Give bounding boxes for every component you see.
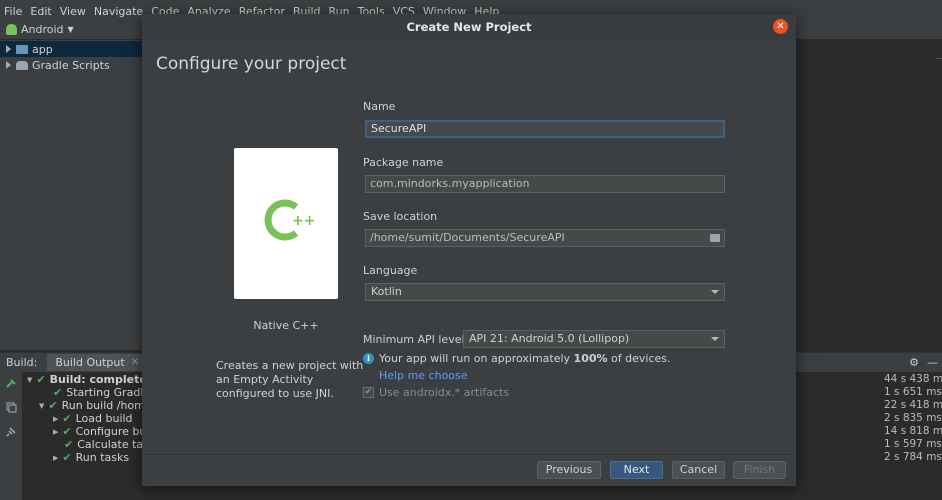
checkmark-icon: ✔ — [36, 373, 46, 386]
checkmark-icon: ✔ — [53, 386, 63, 399]
tab-build-output[interactable]: Build Output ✕ — [47, 354, 148, 371]
cpp-logo-icon: ++ — [264, 199, 315, 241]
menu-navigate[interactable]: Navigate — [94, 5, 143, 18]
build-time: 1 s 597 ms — [884, 438, 942, 450]
checkmark-icon: ✔ — [62, 412, 72, 425]
expand-arrow-icon[interactable] — [6, 61, 11, 69]
build-row[interactable]: ▶ ✔ Load build — [53, 412, 133, 425]
expand-arrow-icon[interactable]: ▶ — [53, 415, 58, 423]
build-time: 44 s 438 ms — [884, 373, 942, 385]
svg-text:++: ++ — [292, 213, 315, 229]
page-title: Configure your project — [156, 54, 347, 74]
menu-view[interactable]: View — [60, 5, 86, 18]
close-icon[interactable]: ✕ — [773, 19, 788, 34]
expand-arrow-icon[interactable]: ▼ — [39, 402, 44, 410]
tree-item-gradle-scripts[interactable]: Gradle Scripts — [0, 57, 110, 73]
restore-icon[interactable] — [6, 402, 17, 413]
save-location-value: /home/sumit/Documents/SecureAPI — [370, 231, 565, 244]
language-select[interactable]: Kotlin — [365, 283, 725, 301]
tab-label: Build Output — [55, 356, 125, 369]
folder-icon[interactable] — [710, 234, 720, 242]
gradle-icon — [16, 60, 28, 70]
build-row-label: Run tasks — [75, 451, 130, 464]
build-row[interactable]: ▶ ✔ Run tasks — [53, 451, 129, 464]
checkmark-icon: ✔ — [62, 425, 72, 438]
name-label: Name — [363, 100, 396, 113]
template-name: Native C++ — [253, 319, 319, 332]
min-api-label: Minimum API level — [363, 333, 465, 346]
previous-button[interactable]: Previous — [537, 461, 601, 479]
build-time: 2 s 835 ms — [884, 412, 942, 424]
name-input[interactable]: SecureAPI — [365, 120, 725, 138]
build-side-toolbar — [0, 372, 22, 500]
android-icon — [6, 24, 17, 35]
project-view-label: Android — [21, 23, 64, 36]
expand-arrow-icon[interactable]: ▶ — [53, 454, 58, 462]
build-time: 2 s 784 ms — [884, 451, 942, 463]
build-row-label: Load build — [75, 412, 133, 425]
min-api-value: API 21: Android 5.0 (Lollipop) — [469, 332, 630, 345]
dialog-footer: Previous Next Cancel Finish — [142, 454, 796, 486]
expand-arrow-icon[interactable]: ▶ — [53, 428, 58, 436]
info-icon: i — [363, 353, 374, 364]
close-icon[interactable]: ✕ — [131, 357, 139, 368]
tree-item-app[interactable]: app — [0, 41, 145, 57]
info-suffix: of devices. — [607, 352, 671, 365]
next-button[interactable]: Next — [610, 461, 663, 479]
androidx-label: Use androidx.* artifacts — [379, 386, 510, 399]
tree-item-label: Gradle Scripts — [32, 58, 110, 72]
build-time: 22 s 418 ms — [884, 399, 942, 411]
androidx-checkbox[interactable]: ✔ — [363, 387, 374, 398]
info-prefix: Your app will run on approximately — [379, 352, 574, 365]
finish-button[interactable]: Finish — [733, 461, 786, 479]
min-api-select[interactable]: API 21: Android 5.0 (Lollipop) — [463, 330, 725, 348]
chevron-down-icon: ▼ — [67, 25, 74, 34]
build-time: 14 s 818 ms — [884, 425, 942, 437]
menu-edit[interactable]: Edit — [30, 5, 51, 18]
build-row[interactable]: ✔ Starting Gradle — [53, 386, 150, 399]
build-time: 1 s 651 ms — [884, 386, 942, 398]
gear-icon[interactable]: ⚙ — [909, 356, 919, 369]
pin-icon[interactable] — [6, 426, 17, 437]
tree-item-label: app — [32, 42, 53, 56]
build-row-label: Starting Gradle — [66, 386, 151, 399]
checkmark-icon: ✔ — [62, 451, 72, 464]
project-tree: app Gradle Scripts — [0, 40, 145, 350]
package-name-input[interactable]: com.mindorks.myapplication — [365, 175, 725, 193]
build-row-label: Run build /home — [61, 399, 152, 412]
save-location-input[interactable]: /home/sumit/Documents/SecureAPI — [365, 229, 725, 247]
build-row-label: Configure bu — [75, 425, 147, 438]
expand-arrow-icon[interactable] — [6, 45, 11, 53]
editor-area — [796, 40, 942, 350]
build-row[interactable]: ▶ ✔ Configure bu — [53, 425, 146, 438]
build-row[interactable]: ▼ ✔ Run build /home — [39, 399, 152, 412]
language-value: Kotlin — [371, 285, 402, 298]
checkmark-icon: ✔ — [48, 399, 58, 412]
dialog-titlebar[interactable]: Create New Project ✕ — [142, 14, 796, 40]
menu-file[interactable]: File — [4, 5, 22, 18]
create-project-dialog: Create New Project ✕ Configure your proj… — [142, 14, 796, 486]
project-view-selector[interactable]: Android ▼ — [6, 23, 74, 36]
language-label: Language — [363, 264, 418, 277]
module-folder-icon — [16, 44, 28, 54]
hammer-icon[interactable] — [6, 378, 17, 389]
template-description: Creates a new project with an Empty Acti… — [216, 359, 364, 400]
save-location-label: Save location — [363, 210, 438, 223]
build-label: Build: — [6, 356, 38, 369]
minimize-icon[interactable]: — — [927, 356, 938, 369]
package-name-label: Package name — [363, 156, 444, 169]
dialog-title: Create New Project — [406, 20, 532, 34]
androidx-option[interactable]: ✔ Use androidx.* artifacts — [363, 386, 509, 399]
chevron-down-icon — [711, 290, 719, 294]
expand-arrow-icon[interactable]: ▼ — [27, 376, 32, 384]
help-me-choose-link[interactable]: Help me choose — [379, 369, 468, 382]
checkmark-icon: ✔ — [64, 438, 74, 451]
cancel-button[interactable]: Cancel — [672, 461, 725, 479]
template-preview-card: ++ — [234, 148, 338, 299]
chevron-down-icon — [711, 337, 719, 341]
info-percent: 100% — [573, 352, 608, 365]
device-coverage-info: i Your app will run on approximately 100… — [363, 352, 671, 365]
